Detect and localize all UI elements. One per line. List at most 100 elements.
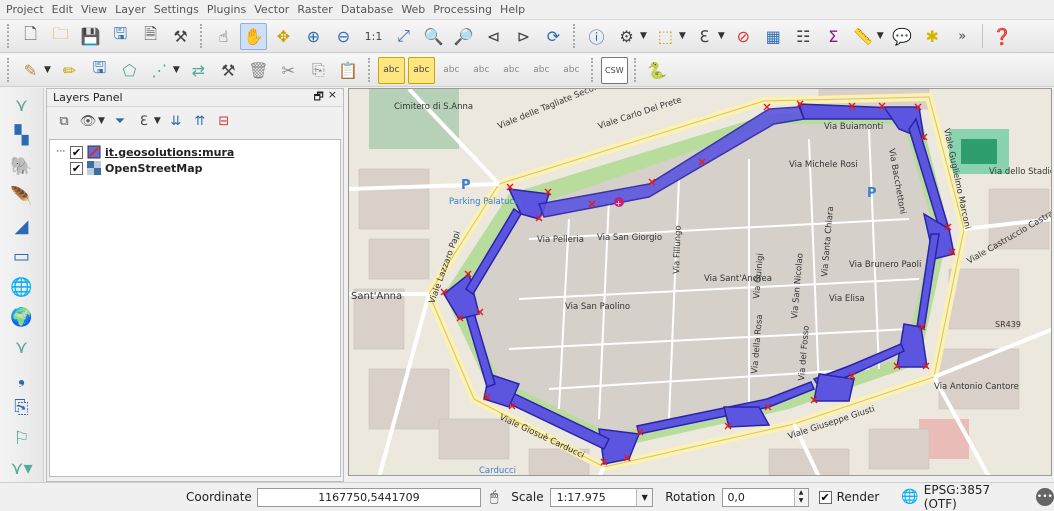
add-spatialite-layer-icon[interactable]: 🪶 xyxy=(7,183,37,210)
select-icon[interactable]: ⬚ xyxy=(652,23,679,50)
composer-manager-icon[interactable]: ⚒ xyxy=(167,23,194,50)
filter-by-expression-icon[interactable]: ℇ xyxy=(133,110,155,132)
more-icon[interactable]: » xyxy=(949,23,976,50)
layer-visibility-checkbox[interactable]: ✔ xyxy=(70,161,83,175)
save-project-icon[interactable]: 💾 xyxy=(77,23,104,50)
layer-item[interactable]: ⋯ ✔ it.geosolutions:mura xyxy=(56,144,334,160)
chevron-down-icon[interactable]: ▼ xyxy=(679,31,686,41)
new-print-composer-icon[interactable]: 🗎 xyxy=(137,23,164,50)
menu-settings[interactable]: Settings xyxy=(150,3,203,16)
label-pin-icon[interactable]: abc xyxy=(407,56,435,84)
menu-layer[interactable]: Layer xyxy=(111,3,150,16)
current-edits-icon[interactable]: ✎ xyxy=(17,57,44,84)
chevron-down-icon[interactable]: ▼ xyxy=(173,65,180,75)
identify-icon[interactable]: ⓘ xyxy=(583,23,610,50)
label-tool-icon[interactable]: abc xyxy=(377,56,405,84)
menu-help[interactable]: Help xyxy=(496,3,529,16)
chevron-down-icon[interactable]: ▼ xyxy=(636,488,653,506)
open-project-icon[interactable]: 🗀 xyxy=(47,23,74,50)
menu-edit[interactable]: Edit xyxy=(48,3,77,16)
menu-view[interactable]: View xyxy=(77,3,111,16)
label-move-icon[interactable]: abc xyxy=(498,57,525,84)
zoom-next-icon[interactable]: ⊳ xyxy=(510,23,537,50)
filter-legend-icon[interactable]: ⏷ xyxy=(109,110,131,132)
toolbar-grip[interactable] xyxy=(633,58,638,82)
add-mssql-layer-icon[interactable]: ◢ xyxy=(7,213,37,240)
python-console-icon[interactable]: 🐍 xyxy=(644,57,671,84)
node-tool-icon[interactable]: ⋰ xyxy=(146,57,173,84)
coordinate-field[interactable]: 1167750,5441709 xyxy=(256,487,482,507)
layer-visibility-checkbox[interactable]: ✔ xyxy=(70,145,83,159)
chevron-down-icon[interactable]: ▼ xyxy=(718,31,725,41)
spin-arrows-icon[interactable]: ▲ ▼ xyxy=(793,488,808,506)
zoom-last-icon[interactable]: ⊲ xyxy=(480,23,507,50)
menu-project[interactable]: Project xyxy=(2,3,48,16)
mouse-coordinate-toggle-icon[interactable]: 🖱 xyxy=(485,487,503,507)
chevron-down-icon[interactable]: ▼ xyxy=(640,31,647,41)
help-icon[interactable]: ❓ xyxy=(989,23,1016,50)
chevron-down-icon[interactable]: ▼ xyxy=(877,31,884,41)
menu-plugins[interactable]: Plugins xyxy=(203,3,250,16)
close-panel-icon[interactable]: × xyxy=(328,88,337,107)
add-raster-layer-icon[interactable]: ▚ xyxy=(7,122,37,149)
rotation-spinbox[interactable]: 0,0 ▲ ▼ xyxy=(722,487,809,507)
zoom-out-icon[interactable]: ⊖ xyxy=(330,23,357,50)
add-wfs-layer-icon[interactable]: ⋎ xyxy=(7,334,37,361)
add-group-icon[interactable]: ⧉ xyxy=(53,110,75,132)
menu-vector[interactable]: Vector xyxy=(250,3,293,16)
pan-to-selection-icon[interactable]: ✥ xyxy=(270,23,297,50)
render-checkbox[interactable]: ✔ xyxy=(818,490,832,504)
zoom-full-icon[interactable]: ⤢ xyxy=(390,23,417,50)
menu-raster[interactable]: Raster xyxy=(293,3,336,16)
refresh-icon[interactable]: ⟳ xyxy=(540,23,567,50)
layer-item[interactable]: ✔ OpenStreetMap xyxy=(56,160,334,176)
add-postgis-layer-icon[interactable]: 🐘 xyxy=(7,152,37,179)
select-by-value-icon[interactable]: ℇ xyxy=(691,23,718,50)
statistics-icon[interactable]: Σ xyxy=(820,23,847,50)
toolbar-grip[interactable] xyxy=(573,24,577,48)
run-action-icon[interactable]: ⚙ xyxy=(613,23,640,50)
deselect-icon[interactable]: ⊘ xyxy=(730,23,757,50)
menu-processing[interactable]: Processing xyxy=(429,3,496,16)
label-rotate-icon[interactable]: abc xyxy=(528,57,555,84)
label-highlight-icon[interactable]: abc xyxy=(438,57,465,84)
toolbar-grip[interactable] xyxy=(7,24,11,48)
map-canvas[interactable]: + P P Cimitero di S.Anna Parking Palatuc… xyxy=(348,88,1052,476)
remove-layer-icon[interactable]: ⊟ xyxy=(213,110,235,132)
attribute-table-icon[interactable]: ▦ xyxy=(760,23,787,50)
add-vector-layer-icon[interactable]: ⋎ xyxy=(7,92,37,119)
log-messages-icon[interactable]: ••• xyxy=(1035,488,1054,506)
chevron-down-icon[interactable]: ▼ xyxy=(44,65,51,75)
toolbar-grip[interactable] xyxy=(200,24,204,48)
chevron-down-icon[interactable]: ▼ xyxy=(154,116,161,126)
collapse-all-icon[interactable]: ⇈ xyxy=(189,110,211,132)
add-feature-icon[interactable]: ⬠ xyxy=(116,57,143,84)
manage-themes-icon[interactable]: 👁 xyxy=(77,110,99,132)
toolbar-grip[interactable] xyxy=(367,58,372,82)
float-panel-icon[interactable]: 🗗 xyxy=(313,88,323,107)
zoom-actual-icon[interactable]: 1:1 xyxy=(360,23,387,50)
chevron-down-icon[interactable]: ▼ xyxy=(98,116,105,126)
expand-all-icon[interactable]: ⇊ xyxy=(165,110,187,132)
label-change-icon[interactable]: abc xyxy=(558,57,585,84)
new-project-icon[interactable]: 🗋 xyxy=(17,23,44,50)
add-wcs-layer-icon[interactable]: 🌍 xyxy=(7,304,37,331)
copy-features-icon[interactable]: ⎘ xyxy=(305,57,332,84)
field-calculator-icon[interactable]: ☷ xyxy=(790,23,817,50)
toggle-editing-icon[interactable]: ✏ xyxy=(56,57,83,84)
map-tips-icon[interactable]: 💬 xyxy=(889,23,916,50)
save-as-icon[interactable]: 🖫 xyxy=(107,23,134,50)
toolbar-grip[interactable] xyxy=(7,58,11,82)
add-virtual-layer-icon[interactable]: ⎘ xyxy=(7,394,37,421)
label-show-hide-icon[interactable]: abc xyxy=(468,57,495,84)
add-oracle-layer-icon[interactable]: ▭ xyxy=(7,243,37,270)
pan-icon[interactable]: ✋ xyxy=(240,22,267,50)
new-layer-icon[interactable]: ⋎▾ xyxy=(7,455,37,482)
expand-icon[interactable]: ⋯ xyxy=(56,147,66,157)
cut-features-icon[interactable]: ✂ xyxy=(275,57,302,84)
menu-web[interactable]: Web xyxy=(397,3,429,16)
zoom-to-layer-icon[interactable]: 🔎 xyxy=(450,23,477,50)
menu-database[interactable]: Database xyxy=(337,3,398,16)
scale-combobox[interactable]: 1:17.975 ▼ xyxy=(549,487,654,507)
add-wms-layer-icon[interactable]: 🌐 xyxy=(7,273,37,300)
